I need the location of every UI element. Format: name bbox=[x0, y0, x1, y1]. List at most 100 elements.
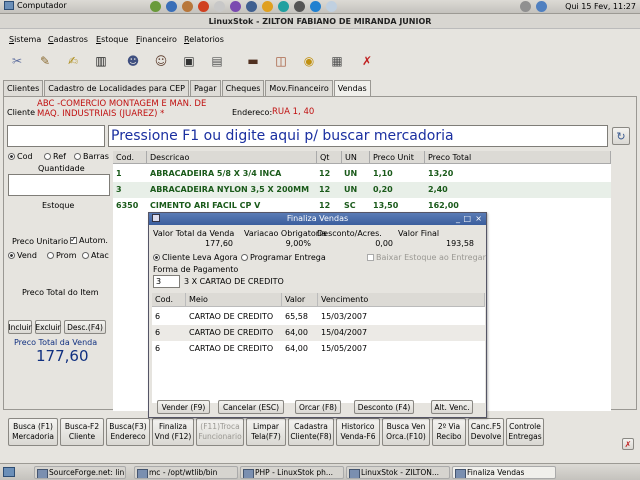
menu-cadastros[interactable]: Cadastros bbox=[48, 35, 88, 44]
terminal-icon[interactable] bbox=[294, 1, 305, 12]
cliente-value[interactable]: ABC -COMERCIO MONTAGEM E MAN. DE MAQ. IN… bbox=[37, 99, 227, 119]
tab-vendas[interactable]: Vendas bbox=[333, 80, 371, 96]
browser-icon[interactable] bbox=[166, 1, 177, 12]
refresh-button[interactable]: ↻ bbox=[612, 127, 630, 145]
task-sourceforge[interactable]: SourceForge.net: lin... bbox=[34, 466, 126, 479]
user-icon[interactable]: ☺ bbox=[152, 52, 170, 70]
col-qt[interactable]: Qt bbox=[317, 151, 342, 164]
cadastra-cliente-button[interactable]: Cadastra Cliente(F8) bbox=[288, 418, 334, 446]
cancela-devolve-button[interactable]: Canc.F5 Devolve bbox=[468, 418, 504, 446]
col-cod[interactable]: Cod. bbox=[113, 151, 147, 164]
cancelar-button[interactable]: Cancelar (ESC) bbox=[218, 400, 284, 414]
menu-relatorios[interactable]: Relatorios bbox=[184, 35, 224, 44]
edit-icon[interactable]: ✎ bbox=[36, 52, 54, 70]
computer-menu[interactable]: Computador bbox=[4, 1, 67, 10]
tab-pagar[interactable]: Pagar bbox=[189, 80, 221, 96]
briefcase-icon[interactable]: ▣ bbox=[180, 52, 198, 70]
table-row[interactable]: 6 CARTAO DE CREDITO 64,00 15/05/2007 bbox=[152, 341, 485, 357]
task-php[interactable]: PHP - LinuxStok ph... bbox=[240, 466, 344, 479]
busca-cliente-button[interactable]: Busca-F2 Cliente bbox=[60, 418, 104, 446]
radio-programar-entrega[interactable]: Programar Entrega bbox=[241, 253, 326, 262]
desconto-button[interactable]: Desc.(F4) bbox=[64, 320, 106, 334]
product-search-input[interactable]: Pressione F1 ou digite aqui p/ buscar me… bbox=[108, 125, 608, 147]
payments-grid[interactable]: Cod. Meio Valor Vencimento 6 CARTAO DE C… bbox=[152, 293, 485, 403]
boxes-icon[interactable]: ◫ bbox=[272, 52, 290, 70]
segunda-via-recibo-button[interactable]: 2º Via Recibo bbox=[432, 418, 466, 446]
dialog-title-bar[interactable]: Finaliza Vendas _ □ × bbox=[149, 213, 486, 225]
limpar-tela-button[interactable]: Limpar Tela(F7) bbox=[246, 418, 286, 446]
firefox-icon[interactable] bbox=[182, 1, 193, 12]
desconto-value[interactable]: 0,00 bbox=[317, 239, 393, 248]
close-icon[interactable]: × bbox=[475, 213, 482, 225]
task-linuxstok[interactable]: LinuxStok - ZILTON... bbox=[346, 466, 450, 479]
finaliza-venda-button[interactable]: Finaliza Vnd (F12) bbox=[152, 418, 194, 446]
col-preco-unit[interactable]: Preco Unit bbox=[370, 151, 425, 164]
truck-icon[interactable]: ▬ bbox=[244, 52, 262, 70]
col-meio[interactable]: Meio bbox=[186, 293, 282, 307]
vender-button[interactable]: Vender (F9) bbox=[157, 400, 210, 414]
orcar-button[interactable]: Orcar (F8) bbox=[295, 400, 341, 414]
show-desktop-icon[interactable] bbox=[3, 467, 15, 477]
baixar-estoque-checkbox[interactable]: Baixar Estoque ao Entregar bbox=[367, 253, 486, 262]
col-vencimento[interactable]: Vencimento bbox=[318, 293, 485, 307]
excluir-button[interactable]: Excluir bbox=[35, 320, 61, 334]
radio-barras[interactable]: Barras bbox=[74, 152, 109, 161]
tab-mov-financeiro[interactable]: Mov.Financeiro bbox=[265, 80, 333, 96]
radio-prom[interactable]: Prom bbox=[47, 251, 76, 260]
radio-atac[interactable]: Atac bbox=[82, 251, 109, 260]
controle-entregas-button[interactable]: Controle Entregas bbox=[506, 418, 544, 446]
menu-financeiro[interactable]: Financeiro bbox=[136, 35, 177, 44]
forma-pagamento-input[interactable]: 3 bbox=[153, 275, 180, 288]
maximize-icon[interactable]: □ bbox=[463, 213, 471, 225]
app-icon[interactable] bbox=[278, 1, 289, 12]
incluir-button[interactable]: Incluir bbox=[8, 320, 32, 334]
table-row[interactable]: 6 CARTAO DE CREDITO 64,00 15/04/2007 bbox=[152, 325, 485, 341]
app-icon[interactable] bbox=[310, 1, 321, 12]
radio-cod[interactable]: Cod bbox=[8, 152, 33, 161]
users-icon[interactable]: ☻ bbox=[124, 52, 142, 70]
endereco-value[interactable]: RUA 1, 40 bbox=[272, 107, 314, 117]
radio-cliente-leva-agora[interactable]: Cliente Leva Agora bbox=[153, 253, 238, 262]
close-icon[interactable]: ✗ bbox=[358, 52, 376, 70]
desconto-dialog-button[interactable]: Desconto (F4) bbox=[354, 400, 414, 414]
autom-checkbox[interactable]: Autom. bbox=[70, 235, 108, 245]
menu-estoque[interactable]: Estoque bbox=[96, 35, 128, 44]
app-icon[interactable] bbox=[326, 1, 337, 12]
launcher-icon[interactable] bbox=[150, 1, 161, 12]
app-icon[interactable] bbox=[246, 1, 257, 12]
task-mc[interactable]: mc - /opt/wtlib/bin bbox=[134, 466, 238, 479]
mail-icon[interactable] bbox=[198, 1, 209, 12]
col-un[interactable]: UN bbox=[342, 151, 370, 164]
clock[interactable]: Qui 15 Fev, 11:27 bbox=[565, 2, 636, 11]
historico-venda-button[interactable]: Historico Venda-F6 bbox=[336, 418, 380, 446]
troca-funcionario-button[interactable]: (F11)Troca Funcionario bbox=[196, 418, 244, 446]
opera-icon[interactable] bbox=[214, 1, 225, 12]
window-title-bar[interactable]: LinuxStok - ZILTON FABIANO DE MIRANDA JU… bbox=[0, 14, 640, 29]
col-preco-total[interactable]: Preco Total bbox=[425, 151, 611, 164]
tools-icon[interactable]: ✂ bbox=[8, 52, 26, 70]
table-row[interactable]: 6 CARTAO DE CREDITO 65,58 15/03/2007 bbox=[152, 309, 485, 325]
barcode-icon[interactable]: ▥ bbox=[92, 52, 110, 70]
busca-mercadoria-button[interactable]: Busca (F1) Mercadoria bbox=[8, 418, 58, 446]
alt-venc-button[interactable]: Alt. Venc. bbox=[431, 400, 473, 414]
table-row[interactable]: 1 ABRACADEIRA 5/8 X 3/4 INCA 12 UN 1,10 … bbox=[113, 166, 611, 182]
col-descricao[interactable]: Descricao bbox=[147, 151, 317, 164]
product-code-input[interactable] bbox=[7, 125, 105, 147]
col-cod[interactable]: Cod. bbox=[152, 293, 186, 307]
radio-vend[interactable]: Vend bbox=[8, 251, 37, 260]
tab-cadastro-localidades[interactable]: Cadastro de Localidades para CEP bbox=[44, 80, 189, 96]
app-icon[interactable] bbox=[262, 1, 273, 12]
minimize-icon[interactable]: _ bbox=[456, 213, 460, 225]
tab-clientes[interactable]: Clientes bbox=[3, 80, 44, 96]
menu-sistema[interactable]: Sistema bbox=[9, 35, 41, 44]
printer-icon[interactable]: ▤ bbox=[208, 52, 226, 70]
task-finaliza-vendas[interactable]: Finaliza Vendas bbox=[452, 466, 556, 479]
app-icon[interactable] bbox=[230, 1, 241, 12]
notes-icon[interactable]: ✍ bbox=[64, 52, 82, 70]
busca-endereco-button[interactable]: Busca(F3) Endereco bbox=[106, 418, 150, 446]
volume-icon[interactable] bbox=[536, 1, 547, 12]
network-icon[interactable] bbox=[520, 1, 531, 12]
table-row[interactable]: 3 ABRACADEIRA NYLON 3,5 X 200MM 12 UN 0,… bbox=[113, 182, 611, 198]
busca-orcamento-button[interactable]: Busca Ven Orca.(F10) bbox=[382, 418, 430, 446]
cash-register-icon[interactable]: ▦ bbox=[328, 52, 346, 70]
